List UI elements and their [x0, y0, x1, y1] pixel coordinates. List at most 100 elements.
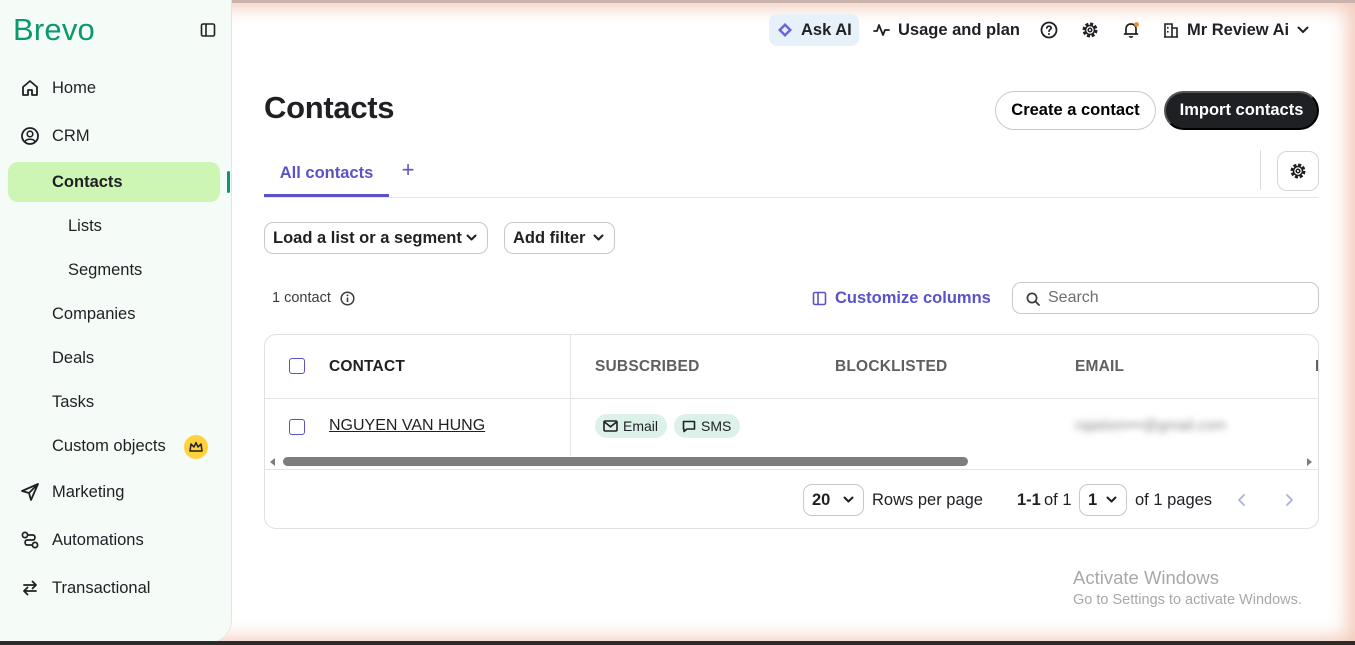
tab-all-contacts[interactable]: All contacts — [264, 150, 389, 196]
search-icon — [1026, 292, 1040, 306]
chevron-down-icon — [1106, 496, 1117, 503]
page-select[interactable]: 1 — [1079, 484, 1127, 516]
column-header-email[interactable]: EMAIL — [1075, 358, 1124, 376]
contact-email-blurred: rajaiism•••@gmail.com — [1075, 417, 1227, 434]
row-checkbox[interactable] — [289, 419, 305, 435]
customize-columns-label: Customize columns — [835, 288, 991, 307]
contact-name-link[interactable]: NGUYEN VAN HUNG — [329, 417, 485, 435]
list-settings-button[interactable] — [1277, 151, 1319, 191]
chat-bubble-icon — [682, 420, 696, 432]
sidebar-item-label: Contacts — [52, 172, 123, 191]
user-name: Mr Review Ai — [1187, 20, 1290, 39]
active-nav-indicator — [227, 171, 230, 193]
chevron-left-icon[interactable] — [1234, 492, 1250, 508]
sidebar-item-lists[interactable]: Lists — [8, 206, 220, 246]
sidebar-item-transactional[interactable]: Transactional — [8, 568, 220, 608]
sidebar-item-label: CRM — [52, 126, 90, 145]
scroll-left-arrow[interactable] — [270, 458, 275, 466]
crown-icon — [184, 435, 208, 459]
add-filter-label: Add filter — [513, 228, 586, 247]
badge-label: SMS — [701, 418, 732, 434]
chevron-down-icon — [843, 496, 854, 503]
column-header-contact[interactable]: CONTACT — [329, 358, 405, 376]
sidebar-item-label: Custom objects — [52, 436, 166, 455]
bottom-edge — [0, 641, 1355, 645]
add-tab-button[interactable]: + — [397, 157, 419, 182]
automation-icon — [21, 531, 39, 549]
sidebar-item-label: Transactional — [52, 578, 151, 597]
tabs-divider — [264, 197, 1319, 198]
ask-ai-button[interactable]: Ask AI — [769, 14, 859, 46]
chevron-down-icon — [593, 234, 604, 241]
vertical-divider — [1260, 150, 1261, 190]
sidebar-item-label: Marketing — [52, 482, 125, 501]
mail-icon — [603, 420, 618, 432]
page-title: Contacts — [264, 90, 395, 125]
sidebar-item-companies[interactable]: Companies — [8, 294, 220, 334]
column-divider — [570, 335, 571, 456]
sidebar-item-contacts[interactable]: Contacts — [8, 162, 220, 202]
columns-icon — [812, 291, 827, 305]
rows-per-page-label: Rows per page — [872, 491, 983, 509]
scroll-right-arrow[interactable] — [1307, 458, 1312, 466]
rows-per-page-value: 20 — [812, 490, 831, 509]
ask-ai-label: Ask AI — [801, 20, 852, 39]
building-icon — [1164, 23, 1178, 38]
create-contact-button[interactable]: Create a contact — [995, 91, 1156, 130]
range-text: 1-1 — [1017, 491, 1041, 509]
sidebar-item-label: Deals — [52, 348, 95, 367]
bell-icon[interactable] — [1122, 21, 1140, 39]
add-filter-dropdown[interactable]: Add filter — [504, 222, 615, 254]
footer-divider — [265, 469, 1318, 470]
column-header-truncated[interactable]: I — [1315, 358, 1318, 376]
info-icon[interactable] — [340, 290, 355, 306]
activate-windows-subtitle: Go to Settings to activate Windows. — [1073, 592, 1302, 608]
sidebar-item-segments[interactable]: Segments — [8, 250, 220, 290]
sidebar-item-label: Segments — [68, 260, 143, 279]
sidebar-item-label: Automations — [52, 530, 144, 549]
range-total: of 1 — [1044, 491, 1072, 509]
sidebar-item-label: Companies — [52, 304, 136, 323]
page-select-value: 1 — [1088, 490, 1098, 509]
subscribed-sms-badge: SMS — [674, 414, 741, 438]
chevron-right-icon[interactable] — [1281, 492, 1297, 508]
search-input[interactable] — [1048, 287, 1308, 309]
rows-per-page-select[interactable]: 20 — [803, 484, 864, 516]
home-icon — [22, 80, 38, 96]
select-all-checkbox[interactable] — [289, 358, 305, 374]
sidebar-item-label: Tasks — [52, 392, 95, 411]
chevron-down-icon — [466, 234, 477, 241]
import-contacts-button[interactable]: Import contacts — [1164, 91, 1319, 130]
column-header-subscribed[interactable]: SUBSCRIBED — [595, 358, 699, 376]
sidebar-item-marketing[interactable]: Marketing — [8, 472, 220, 512]
sidebar-item-tasks[interactable]: Tasks — [8, 382, 220, 422]
sidebar-item-label: Lists — [68, 216, 102, 235]
sidebar-item-crm[interactable]: CRM — [8, 116, 220, 156]
user-menu[interactable]: Mr Review Ai — [1163, 14, 1309, 46]
load-list-label: Load a list or a segment — [273, 228, 462, 247]
paper-plane-icon — [21, 483, 39, 501]
brevo-logo[interactable]: Brevo — [13, 12, 95, 48]
contact-count-label: 1 contact — [272, 290, 331, 306]
sidebar-collapse-icon[interactable] — [200, 22, 216, 38]
help-icon[interactable] — [1040, 21, 1058, 39]
row-divider — [265, 398, 1318, 399]
search-field[interactable] — [1012, 282, 1319, 314]
usage-label: Usage and plan — [898, 20, 1020, 39]
sidebar-item-home[interactable]: Home — [8, 68, 220, 108]
column-header-blocklisted[interactable]: BLOCKLISTED — [835, 358, 947, 376]
scrollbar-thumb[interactable] — [283, 457, 968, 466]
customize-columns-button[interactable]: Customize columns — [812, 288, 991, 308]
activate-windows-title: Activate Windows — [1073, 567, 1219, 588]
user-circle-icon — [21, 127, 39, 145]
sidebar-item-automations[interactable]: Automations — [8, 520, 220, 560]
load-list-segment-dropdown[interactable]: Load a list or a segment — [264, 222, 488, 254]
pages-total: of 1 pages — [1135, 491, 1213, 509]
sidebar: Brevo Home CRM Contacts Lists Segments C… — [0, 0, 232, 642]
chevron-down-icon — [1297, 26, 1309, 33]
gear-icon[interactable] — [1081, 21, 1099, 39]
usage-and-plan-button[interactable]: Usage and plan — [873, 14, 1020, 46]
sidebar-item-deals[interactable]: Deals — [8, 338, 220, 378]
sidebar-item-label: Home — [52, 78, 97, 97]
activity-icon — [873, 24, 890, 36]
